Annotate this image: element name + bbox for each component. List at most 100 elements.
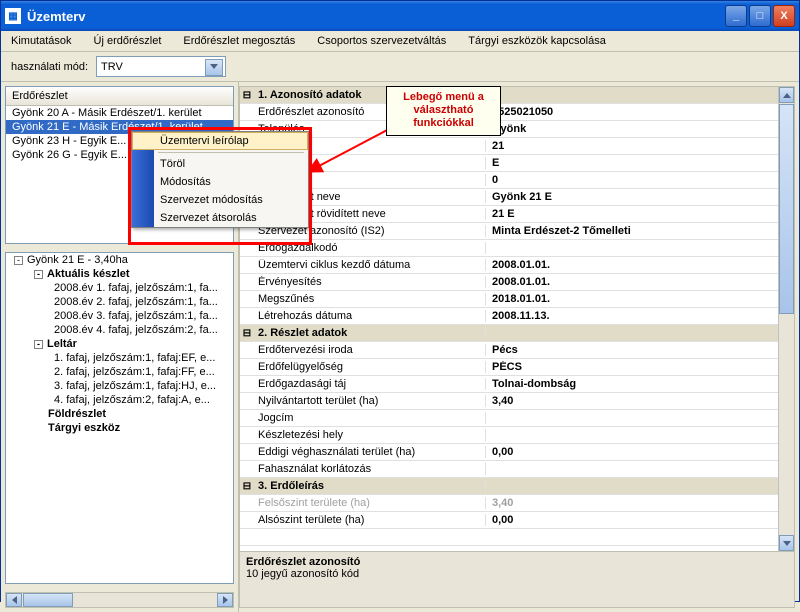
property-row[interactable]: Alsószint területe (ha)0,00 [240, 512, 794, 529]
menu-kimutatasok[interactable]: Kimutatások [11, 35, 72, 47]
tree-label: 3. fafaj, jelzőszám:1, fafaj:HJ, e... [54, 380, 216, 392]
property-value[interactable]: 21 E [486, 208, 794, 220]
context-menu-item[interactable]: Üzemtervi leírólap [132, 132, 308, 150]
tree-label: 2008.év 4. fafaj, jelzőszám:2, fa... [54, 324, 218, 336]
collapse-icon[interactable]: ⊟ [240, 90, 254, 101]
property-row[interactable]: Üzemtervi ciklus kezdő dátuma2008.01.01. [240, 257, 794, 274]
menu-uj-erdoreszlet[interactable]: Új erdőrészlet [94, 35, 162, 47]
property-value[interactable]: 0,00 [486, 446, 794, 458]
collapse-icon[interactable]: ⊟ [240, 481, 254, 492]
context-menu-item[interactable]: Szervezet módosítás [132, 191, 308, 209]
h-scrollbar[interactable] [5, 592, 234, 608]
property-value[interactable]: 2018.01.01. [486, 293, 794, 305]
tree-node[interactable]: 4. fafaj, jelzőszám:2, fafaj:A, e... [6, 393, 233, 407]
context-menu-item[interactable]: Töröl [132, 155, 308, 173]
context-menu-item[interactable]: Szervezet átsorolás [132, 209, 308, 227]
property-row[interactable]: Szervezet azonosító (IS2)Minta Erdészet-… [240, 223, 794, 240]
property-row[interactable]: Jogcím [240, 410, 794, 427]
description-text: 10 jegyű azonosító kód [246, 568, 788, 580]
tree-node[interactable]: 2008.év 2. fafaj, jelzőszám:1, fa... [6, 295, 233, 309]
property-value[interactable]: 0 [486, 174, 794, 186]
property-row[interactable]: Alrészlet0 [240, 172, 794, 189]
property-value[interactable]: 3,40 [486, 497, 794, 509]
collapse-icon[interactable]: - [34, 340, 43, 349]
property-value[interactable]: E [486, 157, 794, 169]
v-scrollbar[interactable] [778, 87, 794, 551]
tree-node[interactable]: 3. fafaj, jelzőszám:1, fafaj:HJ, e... [6, 379, 233, 393]
property-category[interactable]: ⊟2. Részlet adatok [240, 325, 794, 342]
collapse-icon[interactable]: - [14, 256, 23, 265]
tree-label: Földrészlet [48, 408, 106, 420]
property-row[interactable] [240, 529, 794, 546]
property-row[interactable]: Megszűnés2018.01.01. [240, 291, 794, 308]
minimize-button[interactable]: _ [725, 5, 747, 27]
property-row[interactable]: Nyilvántartott terület (ha)3,40 [240, 393, 794, 410]
property-category[interactable]: ⊟3. Erdőleírás [240, 478, 794, 495]
property-value[interactable]: Tolnai-dombság [486, 378, 794, 390]
tree-node[interactable]: 2. fafaj, jelzőszám:1, fafaj:FF, e... [6, 365, 233, 379]
collapse-icon[interactable]: - [34, 270, 43, 279]
property-value[interactable]: Gyönk [486, 123, 794, 135]
tree-node[interactable]: 2008.év 4. fafaj, jelzőszám:2, fa... [6, 323, 233, 337]
property-row[interactable]: Érvényesítés2008.01.01. [240, 274, 794, 291]
property-value[interactable]: Minta Erdészet-2 Tőmelleti [486, 225, 794, 237]
menu-csoportos-szervezetvaltas[interactable]: Csoportos szervezetváltás [317, 35, 446, 47]
detail-tree[interactable]: -Gyönk 21 E - 3,40ha-Aktuális készlet200… [5, 252, 234, 584]
collapse-icon[interactable]: ⊟ [240, 328, 254, 339]
property-row[interactable]: Erdőrészlet neveGyönk 21 E [240, 189, 794, 206]
property-value[interactable]: 2008.11.13. [486, 310, 794, 322]
property-row[interactable]: Erdőtervezési irodaPécs [240, 342, 794, 359]
property-row[interactable]: Erdőrészlet rövidített neve21 E [240, 206, 794, 223]
property-row[interactable]: Eddigi véghasználati terület (ha)0,00 [240, 444, 794, 461]
tree-node[interactable]: 1. fafaj, jelzőszám:1, fafaj:EF, e... [6, 351, 233, 365]
tree-node[interactable]: 2008.év 3. fafaj, jelzőszám:1, fa... [6, 309, 233, 323]
property-row[interactable]: Erdőrészlet azonosító7525021050 [240, 104, 794, 121]
property-value[interactable]: Gyönk 21 E [486, 191, 794, 203]
property-value[interactable]: 3,40 [486, 395, 794, 407]
list-item[interactable]: Gyönk 20 A - Másik Erdészet/1. kerület [6, 106, 233, 120]
property-value[interactable]: 2008.01.01. [486, 259, 794, 271]
scroll-thumb[interactable] [779, 104, 794, 314]
property-category[interactable]: ⊟1. Azonosító adatok [240, 87, 794, 104]
menu-targyi-eszkozok[interactable]: Tárgyi eszközök kapcsolása [468, 35, 606, 47]
list-header[interactable]: Erdőrészlet [6, 87, 233, 106]
property-value[interactable]: 7525021050 [486, 106, 794, 118]
tree-label: Gyönk 21 E - 3,40ha [27, 254, 128, 266]
property-row[interactable]: Felsőszint területe (ha)3,40 [240, 495, 794, 512]
tree-node[interactable]: 2008.év 1. fafaj, jelzőszám:1, fa... [6, 281, 233, 295]
tree-node[interactable]: -Gyönk 21 E - 3,40ha [6, 253, 233, 267]
property-row[interactable]: RészletE [240, 155, 794, 172]
scroll-right-button[interactable] [217, 593, 233, 607]
tree-node[interactable]: Tárgyi eszköz [6, 421, 233, 435]
property-label: Felsőszint területe (ha) [254, 497, 486, 509]
property-row[interactable]: Erdőgazdasági tájTolnai-dombság [240, 376, 794, 393]
property-row[interactable]: Készletezési hely [240, 427, 794, 444]
scroll-up-button[interactable] [779, 87, 794, 103]
scroll-left-button[interactable] [6, 593, 22, 607]
property-row[interactable]: Fahasználat korlátozás [240, 461, 794, 478]
property-value[interactable]: 0,00 [486, 514, 794, 526]
context-menu[interactable]: Üzemtervi leírólapTörölMódosításSzerveze… [131, 131, 309, 228]
property-row[interactable]: Erdőgazdálkodó [240, 240, 794, 257]
property-value[interactable]: 21 [486, 140, 794, 152]
tree-node[interactable]: -Leltár [6, 337, 233, 351]
close-button[interactable]: X [773, 5, 795, 27]
mode-select[interactable]: TRV [96, 56, 226, 77]
property-value[interactable]: 2008.01.01. [486, 276, 794, 288]
property-row[interactable]: Létrehozás dátuma2008.11.13. [240, 308, 794, 325]
property-row[interactable]: TelepülésGyönk [240, 121, 794, 138]
property-grid[interactable]: ⊟1. Azonosító adatokErdőrészlet azonosít… [240, 87, 794, 551]
property-row[interactable]: Tag21 [240, 138, 794, 155]
property-row[interactable]: ErdőfelügyelőségPÉCS [240, 359, 794, 376]
context-menu-item[interactable]: Módosítás [132, 173, 308, 191]
property-value[interactable]: PÉCS [486, 361, 794, 373]
property-value[interactable]: Pécs [486, 344, 794, 356]
tree-node[interactable]: -Aktuális készlet [6, 267, 233, 281]
annotation-callout: Lebegő menü a választható funkciókkal [386, 86, 501, 136]
scroll-thumb[interactable] [23, 593, 73, 607]
maximize-button[interactable]: □ [749, 5, 771, 27]
scroll-down-button[interactable] [779, 535, 794, 551]
category-label: 2. Részlet adatok [254, 327, 486, 339]
menu-erdoreszlet-megosztas[interactable]: Erdőrészlet megosztás [183, 35, 295, 47]
tree-node[interactable]: Földrészlet [6, 407, 233, 421]
